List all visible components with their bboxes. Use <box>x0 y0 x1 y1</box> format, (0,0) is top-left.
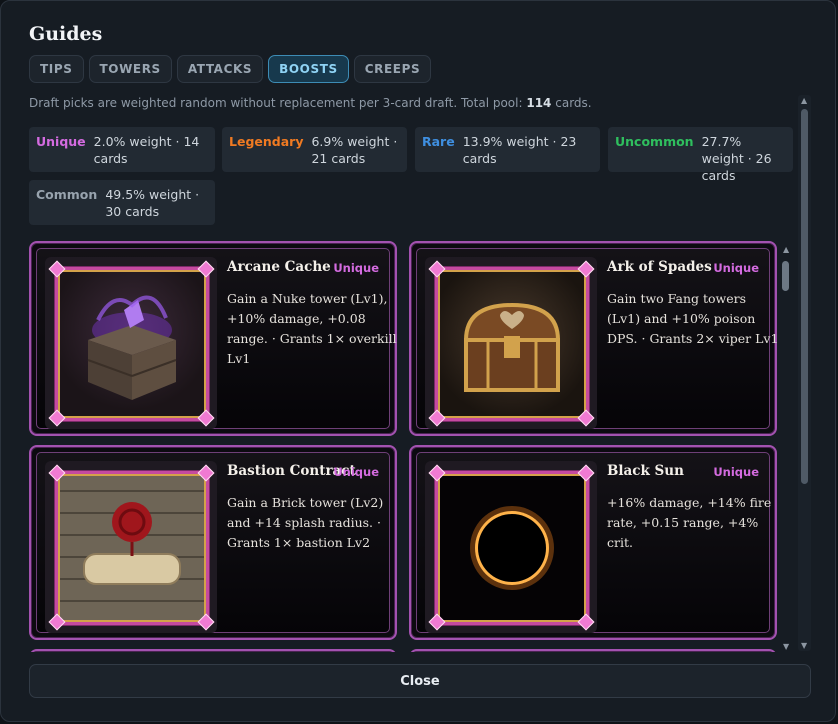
card-art <box>45 461 217 633</box>
rarity-info: 27.7% weight · 26 cards <box>701 134 772 183</box>
rarity-uncommon: Uncommon 27.7% weight · 26 cards <box>608 127 793 183</box>
rarity-name: Rare <box>422 134 455 149</box>
card-description: Gain a Brick tower (Lv2) and +14 splash … <box>227 495 384 550</box>
sealed-scroll-icon <box>55 471 209 625</box>
scroll-up-icon[interactable]: ▲ <box>801 96 807 105</box>
close-button[interactable]: Close <box>29 664 811 698</box>
tab-towers[interactable]: TOWERS <box>88 55 172 83</box>
boosts-scroll-area[interactable]: Unique 2.0% weight · 14 cards Legendary … <box>29 127 794 652</box>
rarity-name: Legendary <box>229 134 304 149</box>
rarity-info: 6.9% weight · 21 cards <box>311 134 398 166</box>
arcane-crate-icon <box>55 267 209 421</box>
tab-attacks[interactable]: ATTACKS <box>176 55 264 83</box>
tab-boosts[interactable]: BOOSTS <box>268 55 349 83</box>
card-name: Arcane Cache <box>227 259 331 275</box>
boost-card[interactable]: Bastion Contract Unique Gain a Brick tow… <box>29 445 397 640</box>
card-description: +16% damage, +14% fire rate, +0.15 range… <box>607 495 772 550</box>
card-body: Arcane Cache Unique Gain a Nuke tower (L… <box>36 248 397 429</box>
rarity-rare: Rare 13.9% weight · 23 cards <box>415 127 600 172</box>
card-grid-scrollbar[interactable]: ▲ ▼ <box>780 245 791 651</box>
card-name: Black Sun <box>607 463 684 479</box>
tab-tips[interactable]: TIPS <box>29 55 84 83</box>
boost-card[interactable]: Ark of Spades Unique Gain two Fang tower… <box>409 241 778 436</box>
scroll-down-icon[interactable]: ▼ <box>783 642 789 651</box>
rarity-unique: Unique 2.0% weight · 14 cards <box>29 127 215 172</box>
eclipse-icon <box>435 471 589 625</box>
scroll-up-icon[interactable]: ▲ <box>783 245 789 254</box>
rarity-common: Common 49.5% weight · 30 cards <box>29 180 215 225</box>
card-rarity: Unique <box>713 465 759 479</box>
card-rarity: Unique <box>333 261 379 275</box>
boost-card-partial[interactable] <box>29 649 397 652</box>
card-body: Black Sun Unique +16% damage, +14% fire … <box>416 452 771 633</box>
modal-title: Guides <box>29 23 103 45</box>
rarity-name: Common <box>36 187 98 202</box>
scroll-down-icon[interactable]: ▼ <box>801 641 807 650</box>
card-art <box>425 257 597 429</box>
boost-card[interactable]: Black Sun Unique +16% damage, +14% fire … <box>409 445 777 640</box>
total-pool-count: 114 <box>526 96 552 110</box>
card-name: Ark of Spades <box>607 259 712 275</box>
card-rarity: Unique <box>713 261 759 275</box>
rarity-info: 2.0% weight · 14 cards <box>93 134 200 166</box>
boost-card[interactable]: Arcane Cache Unique Gain a Nuke tower (L… <box>29 241 397 436</box>
guides-modal: Guides TIPS TOWERS ATTACKS BOOSTS CREEPS… <box>0 0 836 722</box>
rarity-legendary: Legendary 6.9% weight · 21 cards <box>222 127 407 172</box>
rarity-info: 49.5% weight · 30 cards <box>105 187 200 219</box>
rarity-weights: Unique 2.0% weight · 14 cards Legendary … <box>29 127 794 237</box>
scroll-thumb[interactable] <box>782 261 789 291</box>
draft-description: Draft picks are weighted random without … <box>29 96 592 110</box>
scroll-thumb[interactable] <box>801 109 808 484</box>
description-suffix: cards. <box>555 96 592 110</box>
card-rarity: Unique <box>333 465 379 479</box>
card-art <box>425 461 597 633</box>
description-prefix: Draft picks are weighted random without … <box>29 96 523 110</box>
page-scrollbar[interactable]: ▲ ▼ <box>798 95 811 651</box>
treasure-chest-icon <box>435 267 589 421</box>
card-description: Gain two Fang towers (Lv1) and +10% pois… <box>607 291 779 346</box>
tab-bar: TIPS TOWERS ATTACKS BOOSTS CREEPS <box>29 55 432 83</box>
card-description: Gain a Nuke tower (Lv1), +10% damage, +0… <box>227 291 397 366</box>
card-art <box>45 257 217 429</box>
card-body: Bastion Contract Unique Gain a Brick tow… <box>36 452 390 633</box>
rarity-name: Unique <box>36 134 86 149</box>
card-body: Ark of Spades Unique Gain two Fang tower… <box>416 248 778 429</box>
rarity-info: 13.9% weight · 23 cards <box>462 134 577 166</box>
rarity-name: Uncommon <box>615 134 694 149</box>
boost-card-partial[interactable] <box>409 649 777 652</box>
tab-creeps[interactable]: CREEPS <box>353 55 432 83</box>
